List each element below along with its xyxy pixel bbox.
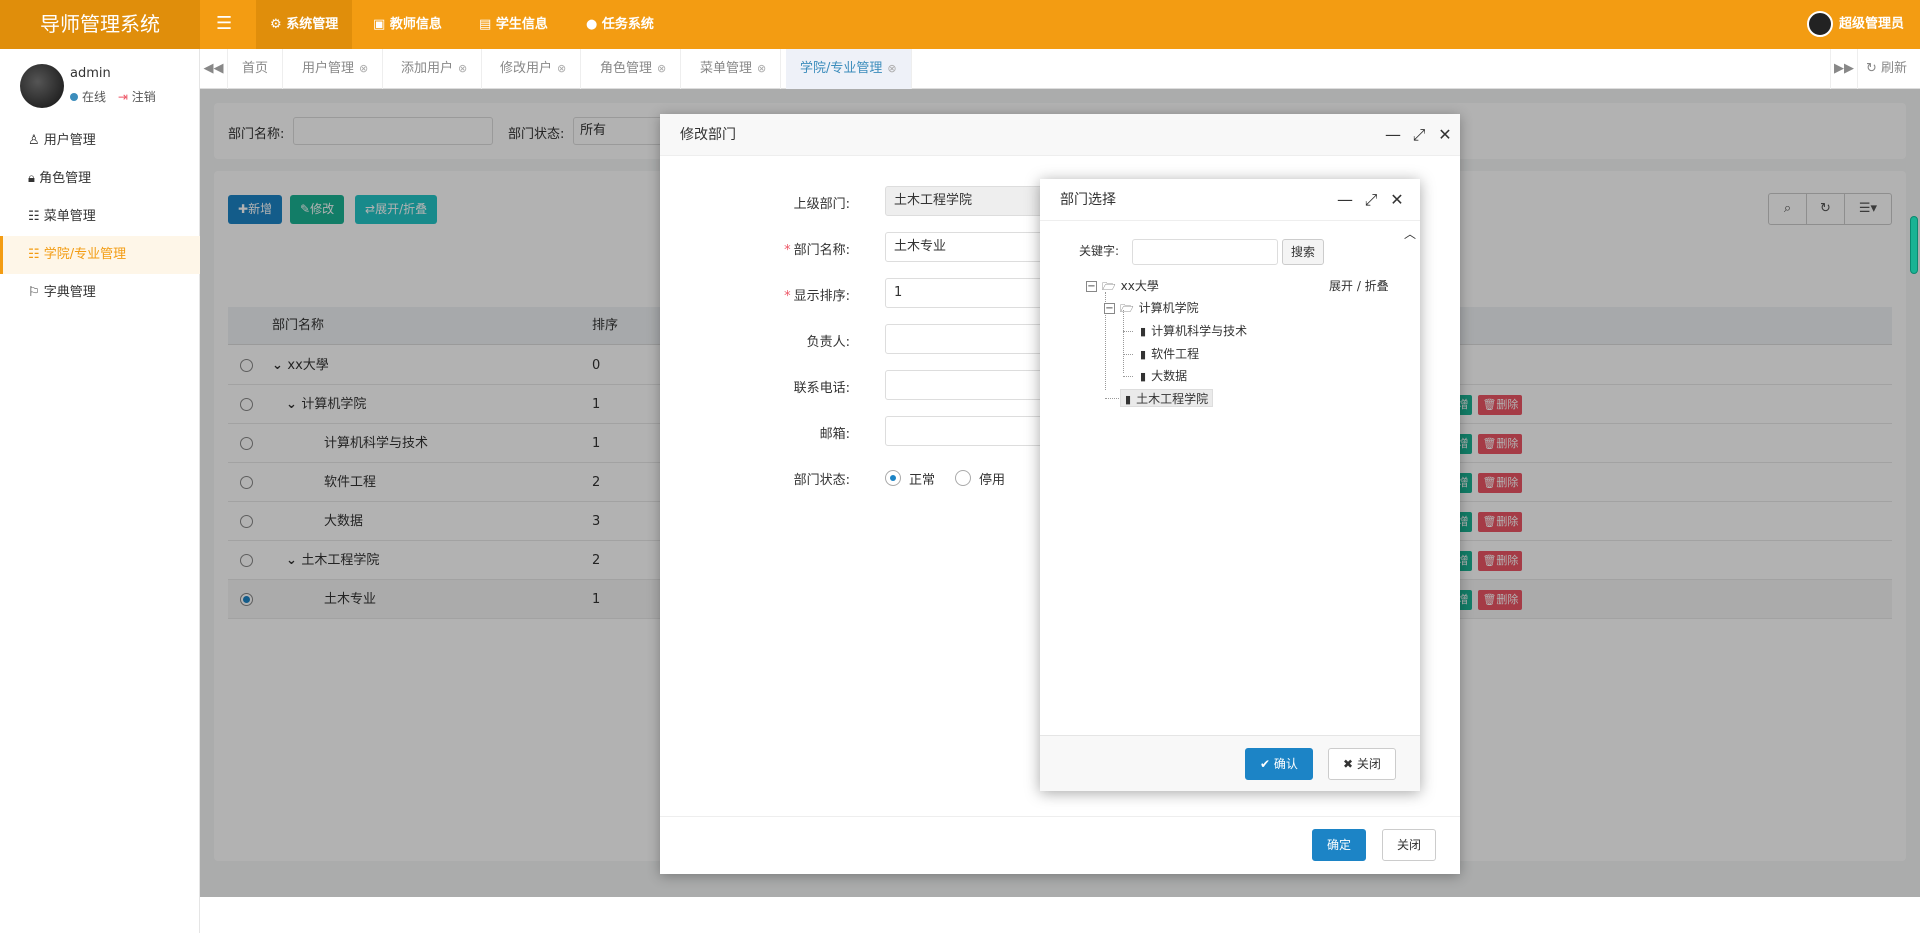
tab-department-management[interactable]: 学院/专业管理 ⊗ <box>786 49 912 89</box>
sidebar-item-users[interactable]: ♙ 用户管理 <box>0 122 200 160</box>
file-icon: ▮ <box>1140 347 1147 361</box>
tab-scroll-right-icon[interactable]: ▶▶ <box>1830 49 1858 89</box>
sidebar-item-departments[interactable]: ☷ 学院/专业管理 <box>0 236 200 274</box>
tree-node-college[interactable]: − 🗁 计算机学院 <box>1104 299 1199 317</box>
file-icon: ▮ <box>1125 392 1132 406</box>
user-menu[interactable]: 超级管理员 <box>1806 11 1904 37</box>
topnav-task[interactable]: ● 任务系统 <box>572 0 668 49</box>
status-disabled-label: 停用 <box>979 473 1006 488</box>
tab-add-user[interactable]: 添加用户 ⊗ <box>387 49 483 89</box>
close-tab-icon[interactable]: ⊗ <box>557 49 566 89</box>
sidebar-toggle-icon[interactable]: ☰ <box>216 14 232 34</box>
close-tab-icon[interactable]: ⊗ <box>359 49 368 89</box>
page-scrollbar[interactable] <box>1910 216 1918 274</box>
tab-scroll-left-icon[interactable]: ◀◀ <box>200 49 228 89</box>
tab-user-management[interactable]: 用户管理 ⊗ <box>288 49 384 89</box>
tab-home[interactable]: 首页 <box>228 49 284 89</box>
refresh-icon: ↻ <box>1866 61 1877 76</box>
tree-node-college-selected[interactable]: ▮ 土木工程学院 <box>1120 389 1214 407</box>
tree-node-root[interactable]: − 🗁 xx大學 <box>1086 277 1159 295</box>
tab-edit-user[interactable]: 修改用户 ⊗ <box>486 49 582 89</box>
close-tab-icon[interactable]: ⊗ <box>887 49 896 89</box>
status-normal-radio[interactable] <box>885 470 901 486</box>
email-label: 邮箱: <box>819 427 850 442</box>
file-icon: ▮ <box>1140 324 1147 338</box>
user-panel: admin 在线 ⇥ 注销 <box>20 64 190 110</box>
app-logo[interactable]: 导师管理系统 <box>0 0 200 49</box>
topnav-system[interactable]: ⚙ 系统管理 <box>256 0 353 49</box>
close-tab-icon[interactable]: ⊗ <box>757 49 766 89</box>
gear-icon: ⚙ <box>270 17 282 32</box>
folder-open-icon: 🗁 <box>1102 279 1116 293</box>
dialog-footer: ✔ 确认 ✖ 关闭 <box>1040 735 1420 791</box>
minimize-icon[interactable]: — <box>1332 179 1358 221</box>
avatar <box>20 64 64 108</box>
file-icon: ▮ <box>1140 369 1147 383</box>
status-disabled-radio[interactable] <box>955 470 971 486</box>
tab-role-management[interactable]: 角色管理 ⊗ <box>586 49 682 89</box>
leader-label: 负责人: <box>806 335 850 350</box>
status-normal-label: 正常 <box>909 473 936 488</box>
tree-node-major[interactable]: ▮ 软件工程 <box>1140 345 1199 363</box>
drop-icon: ● <box>586 17 598 32</box>
close-tab-icon[interactable]: ⊗ <box>657 49 666 89</box>
close-icon[interactable]: ✕ <box>1384 179 1410 221</box>
close-icon[interactable]: ✕ <box>1432 114 1458 156</box>
sidebar-item-dictionary[interactable]: ⚐ 字典管理 <box>0 274 200 312</box>
topnav-teacher[interactable]: ▣ 教师信息 <box>359 0 456 49</box>
tabs-bar: ◀◀ 首页 用户管理 ⊗ 添加用户 ⊗ 修改用户 ⊗ 角色管理 ⊗ 菜单管理 ⊗ 学院/专… <box>200 49 1920 89</box>
avatar <box>1806 11 1833 37</box>
close-button[interactable]: 关闭 <box>1382 829 1437 861</box>
folder-open-icon: 🗁 <box>1120 301 1134 315</box>
department-select-dialog: 部门选择 — ⤢ ✕ ︿ 关键字: 搜索 展开 / 折叠 − 🗁 xx大學 − 🗁 计算… <box>1040 179 1420 791</box>
close-icon: ✖ <box>1343 757 1354 771</box>
sidebar-item-roles[interactable]: 🔒︎ 角色管理 <box>0 160 200 198</box>
order-label: * 显示排序: <box>784 289 850 304</box>
minimize-icon[interactable]: — <box>1380 114 1406 156</box>
online-dot-icon <box>70 93 78 101</box>
tree-node-major[interactable]: ▮ 大数据 <box>1140 367 1187 385</box>
username: admin <box>70 66 111 81</box>
id-card-icon: ▣ <box>373 17 386 32</box>
dept-name-label: * 部门名称: <box>784 243 850 258</box>
confirm-button[interactable]: ✔ 确认 <box>1245 748 1313 780</box>
bookmark-icon: ⚐ <box>28 285 40 300</box>
top-navbar: 导师管理系统 ☰ ⚙ 系统管理 ▣ 教师信息 ▤ 学生信息 ● 任务系统 超级管… <box>0 0 1920 49</box>
lock-icon: 🔒︎ <box>28 171 35 186</box>
phone-label: 联系电话: <box>793 381 850 396</box>
dialog-footer: 确定 关闭 <box>660 816 1460 874</box>
user-card-icon: ▤ <box>479 17 492 32</box>
confirm-button[interactable]: 确定 <box>1312 829 1367 861</box>
maximize-icon[interactable]: ⤢ <box>1406 114 1432 156</box>
scroll-up-icon[interactable]: ︿ <box>1404 225 1416 242</box>
user-status: 在线 ⇥ 注销 <box>70 88 156 105</box>
dialog-title: 修改部门 <box>660 114 1460 156</box>
logout-link[interactable]: 注销 <box>132 90 156 104</box>
check-icon: ✔ <box>1260 757 1271 771</box>
maximize-icon[interactable]: ⤢ <box>1358 179 1384 221</box>
logout-icon[interactable]: ⇥ <box>118 90 128 104</box>
tree-node-major[interactable]: ▮ 计算机科学与技术 <box>1140 322 1247 340</box>
search-button[interactable]: 搜索 <box>1282 239 1325 265</box>
list-icon: ☷ <box>28 247 40 262</box>
topnav-student[interactable]: ▤ 学生信息 <box>465 0 562 49</box>
collapse-icon[interactable]: − <box>1104 303 1115 314</box>
status-label: 部门状态: <box>793 473 850 488</box>
status-online: 在线 <box>82 90 107 104</box>
list-icon: ☷ <box>28 209 40 224</box>
close-tab-icon[interactable]: ⊗ <box>458 49 467 89</box>
keyword-label: 关键字: <box>1079 244 1120 258</box>
parent-dept-label: 上级部门: <box>793 197 850 212</box>
sidebar-item-menus[interactable]: ☷ 菜单管理 <box>0 198 200 236</box>
user-icon: ♙ <box>28 133 40 148</box>
tab-menu-management[interactable]: 菜单管理 ⊗ <box>686 49 782 89</box>
refresh-button[interactable]: ↻ 刷新 <box>1858 49 1915 89</box>
expand-collapse-link[interactable]: 展开 / 折叠 <box>1329 277 1389 294</box>
close-button[interactable]: ✖ 关闭 <box>1328 748 1396 780</box>
collapse-icon[interactable]: − <box>1086 281 1097 292</box>
keyword-input[interactable] <box>1132 239 1278 265</box>
